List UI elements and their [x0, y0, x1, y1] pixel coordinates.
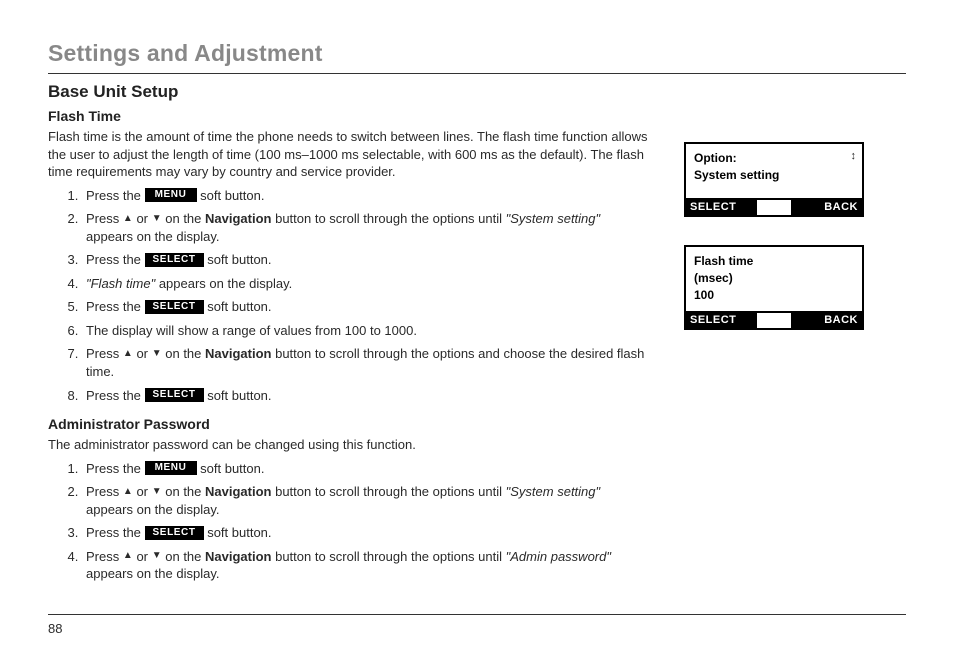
- flash-time-steps: Press the MENU soft button. Press ▲ or ▼…: [48, 187, 648, 404]
- step-text: appears on the display.: [86, 502, 219, 517]
- step-text: button to scroll through the options unt…: [271, 211, 505, 226]
- step-text: appears on the display.: [86, 229, 219, 244]
- list-item: Press ▲ or ▼ on the Navigation button to…: [82, 345, 648, 380]
- heading-admin-password: Administrator Password: [48, 416, 648, 432]
- select-softkey: SELECT: [145, 300, 204, 314]
- lcd-screen-option: ↕ Option: System setting SELECT BACK: [684, 142, 864, 217]
- system-setting-text: "System setting": [506, 484, 601, 499]
- select-softkey: SELECT: [145, 388, 204, 402]
- step-text: Press the: [86, 188, 145, 203]
- step-text: Press the: [86, 388, 145, 403]
- list-item: Press the SELECT soft button.: [82, 298, 648, 316]
- step-text: soft button.: [197, 461, 265, 476]
- up-arrow-icon: ▲: [123, 551, 133, 561]
- step-text: Press: [86, 549, 123, 564]
- lcd-screen-flash-time: Flash time (msec) 100 SELECT BACK: [684, 245, 864, 330]
- lcd-softkey-gap: [757, 313, 791, 328]
- step-text: appears on the display.: [155, 276, 292, 291]
- list-item: Press ▲ or ▼ on the Navigation button to…: [82, 548, 648, 583]
- step-text: on the: [162, 549, 205, 564]
- step-text: soft button.: [197, 188, 265, 203]
- system-setting-text: "System setting": [506, 211, 601, 226]
- list-item: "Flash time" appears on the display.: [82, 275, 648, 293]
- step-text: soft button.: [204, 299, 272, 314]
- admin-password-intro: The administrator password can be change…: [48, 436, 648, 454]
- list-item: Press the MENU soft button.: [82, 460, 648, 478]
- step-text: on the: [162, 211, 205, 226]
- lcd-line: (msec): [694, 270, 854, 287]
- step-text: or: [133, 549, 152, 564]
- step-text: Press the: [86, 525, 145, 540]
- lcd-softkey-gap: [757, 200, 791, 215]
- step-text: or: [133, 346, 152, 361]
- rule-bottom: [48, 614, 906, 615]
- step-text: The display will show a range of values …: [86, 323, 417, 338]
- main-text-column: Base Unit Setup Flash Time Flash time is…: [48, 82, 648, 589]
- down-arrow-icon: ▼: [152, 551, 162, 561]
- step-text: soft button.: [204, 252, 272, 267]
- list-item: Press ▲ or ▼ on the Navigation button to…: [82, 210, 648, 245]
- step-text: appears on the display.: [86, 566, 219, 581]
- menu-softkey: MENU: [145, 461, 197, 475]
- menu-softkey: MENU: [145, 188, 197, 202]
- up-arrow-icon: ▲: [123, 487, 133, 497]
- down-arrow-icon: ▼: [152, 487, 162, 497]
- down-arrow-icon: ▼: [152, 349, 162, 359]
- flash-time-intro: Flash time is the amount of time the pho…: [48, 128, 648, 181]
- lcd-back-softkey: BACK: [791, 313, 862, 328]
- step-text: or: [133, 484, 152, 499]
- lcd-line: Flash time: [694, 253, 854, 270]
- lcd-back-softkey: BACK: [791, 200, 862, 215]
- navigation-label: Navigation: [205, 484, 271, 499]
- step-text: Press the: [86, 299, 145, 314]
- admin-password-text: "Admin password": [506, 549, 611, 564]
- step-text: button to scroll through the options unt…: [271, 484, 505, 499]
- navigation-label: Navigation: [205, 346, 271, 361]
- step-text: or: [133, 211, 152, 226]
- step-text: soft button.: [204, 525, 272, 540]
- section-title: Settings and Adjustment: [48, 40, 906, 67]
- lcd-select-softkey: SELECT: [686, 200, 757, 215]
- up-arrow-icon: ▲: [123, 349, 133, 359]
- heading-flash-time: Flash Time: [48, 108, 648, 124]
- step-text: Press the: [86, 252, 145, 267]
- lcd-line: Option:: [694, 150, 854, 167]
- step-text: soft button.: [204, 388, 272, 403]
- lcd-softkey-row: SELECT BACK: [686, 311, 862, 328]
- lcd-line: 100: [694, 287, 854, 304]
- select-softkey: SELECT: [145, 526, 204, 540]
- step-text: on the: [162, 346, 205, 361]
- list-item: Press the SELECT soft button.: [82, 387, 648, 405]
- list-item: The display will show a range of values …: [82, 322, 648, 340]
- down-arrow-icon: ▼: [152, 214, 162, 224]
- scroll-indicator-icon: ↕: [851, 150, 857, 162]
- navigation-label: Navigation: [205, 549, 271, 564]
- lcd-line: System setting: [694, 167, 854, 184]
- subhead-base-unit: Base Unit Setup: [48, 82, 648, 102]
- lcd-select-softkey: SELECT: [686, 313, 757, 328]
- navigation-label: Navigation: [205, 211, 271, 226]
- list-item: Press the MENU soft button.: [82, 187, 648, 205]
- up-arrow-icon: ▲: [123, 214, 133, 224]
- select-softkey: SELECT: [145, 253, 204, 267]
- rule-top: [48, 73, 906, 74]
- flash-time-text: "Flash time": [86, 276, 155, 291]
- admin-password-steps: Press the MENU soft button. Press ▲ or ▼…: [48, 460, 648, 583]
- page-number: 88: [48, 621, 906, 636]
- step-text: Press the: [86, 461, 145, 476]
- list-item: Press ▲ or ▼ on the Navigation button to…: [82, 483, 648, 518]
- list-item: Press the SELECT soft button.: [82, 251, 648, 269]
- lcd-softkey-row: SELECT BACK: [686, 198, 862, 215]
- step-text: Press: [86, 346, 123, 361]
- step-text: Press: [86, 211, 123, 226]
- step-text: button to scroll through the options unt…: [271, 549, 505, 564]
- step-text: on the: [162, 484, 205, 499]
- list-item: Press the SELECT soft button.: [82, 524, 648, 542]
- step-text: Press: [86, 484, 123, 499]
- lcd-column: ↕ Option: System setting SELECT BACK Fla…: [684, 82, 884, 589]
